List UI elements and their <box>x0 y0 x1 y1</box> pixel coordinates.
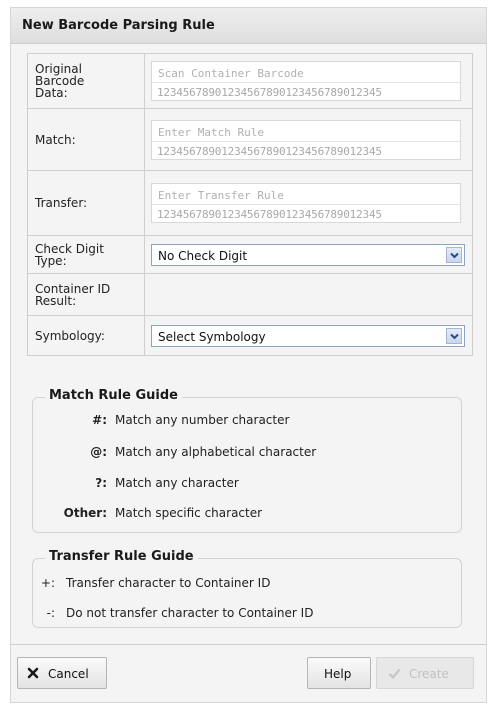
match-row: Match: Enter Match Rule 1234567890123456… <box>27 108 473 171</box>
container-id-row: Container ID Result: <box>27 273 473 316</box>
transfer-rule-placeholder: Enter Transfer Rule <box>158 189 284 202</box>
dialog-title: New Barcode Parsing Rule <box>22 18 215 33</box>
guide-key: #: <box>92 413 107 427</box>
transfer-rule-input[interactable]: Enter Transfer Rule 12345678901234567890… <box>151 183 461 223</box>
guide-key: Other: <box>63 506 107 520</box>
check-icon <box>388 668 401 682</box>
guide-text: Match any character <box>115 476 239 490</box>
match-rule-ruler: 12345678901234567890123456789012345 <box>152 140 460 160</box>
match-rule-guide: Match Rule Guide #: Match any number cha… <box>32 388 462 533</box>
check-digit-row: Check Digit Type: No Check Digit <box>27 235 473 274</box>
create-button[interactable]: Create <box>376 657 474 689</box>
original-barcode-ruler: 12345678901234567890123456789012345 <box>152 82 460 101</box>
symbology-value: Select Symbology <box>158 329 266 344</box>
guide-text: Match specific character <box>115 506 263 520</box>
transfer-rule-guide: Transfer Rule Guide +: Transfer characte… <box>32 549 462 628</box>
symbology-row: Symbology: Select Symbology <box>27 315 473 356</box>
transfer-label: Transfer: <box>27 170 145 236</box>
guide-text: Match any alphabetical character <box>115 445 317 459</box>
match-rule-input[interactable]: Enter Match Rule 12345678901234567890123… <box>151 119 461 160</box>
guide-key: @: <box>90 445 107 459</box>
check-digit-value: No Check Digit <box>158 248 248 263</box>
guide-text: Transfer character to Container ID <box>66 576 271 590</box>
original-barcode-label: Original Barcode Data: <box>27 53 145 109</box>
symbology-label: Symbology: <box>27 315 145 356</box>
match-rule-placeholder: Enter Match Rule <box>158 125 264 139</box>
transfer-rule-guide-title: Transfer Rule Guide <box>45 549 198 564</box>
guide-key: ?: <box>95 476 107 490</box>
new-barcode-rule-dialog: New Barcode Parsing Rule Original Barcod… <box>10 7 487 703</box>
guide-key: +: <box>40 576 55 590</box>
dialog-footer: Cancel Help Create <box>11 644 486 702</box>
transfer-row: Transfer: Enter Transfer Rule 1234567890… <box>27 170 473 236</box>
guide-text: Do not transfer character to Container I… <box>66 606 314 620</box>
guide-text: Match any number character <box>115 413 290 427</box>
close-icon <box>27 667 39 682</box>
chevron-down-icon[interactable] <box>446 327 462 344</box>
create-label: Create <box>409 667 449 681</box>
original-barcode-row: Original Barcode Data: Scan Container Ba… <box>27 53 473 109</box>
check-digit-label: Check Digit Type: <box>27 235 145 274</box>
symbology-select[interactable]: Select Symbology <box>151 324 465 347</box>
transfer-rule-ruler: 12345678901234567890123456789012345 <box>152 204 460 223</box>
cancel-button[interactable]: Cancel <box>17 657 107 689</box>
check-digit-select[interactable]: No Check Digit <box>151 243 465 266</box>
cancel-label: Cancel <box>48 667 89 681</box>
container-id-result <box>144 273 473 316</box>
guide-key: -: <box>46 606 55 620</box>
original-barcode-placeholder: Scan Container Barcode <box>158 67 304 80</box>
dialog-titlebar: New Barcode Parsing Rule <box>11 8 486 44</box>
chevron-down-icon[interactable] <box>446 246 462 263</box>
help-label: Help <box>324 667 352 681</box>
match-label: Match: <box>27 108 145 171</box>
container-id-label: Container ID Result: <box>27 273 145 316</box>
rule-form: Original Barcode Data: Scan Container Ba… <box>27 53 473 356</box>
help-button[interactable]: Help <box>307 657 371 689</box>
original-barcode-input[interactable]: Scan Container Barcode 12345678901234567… <box>151 61 461 101</box>
match-rule-guide-title: Match Rule Guide <box>45 388 182 403</box>
